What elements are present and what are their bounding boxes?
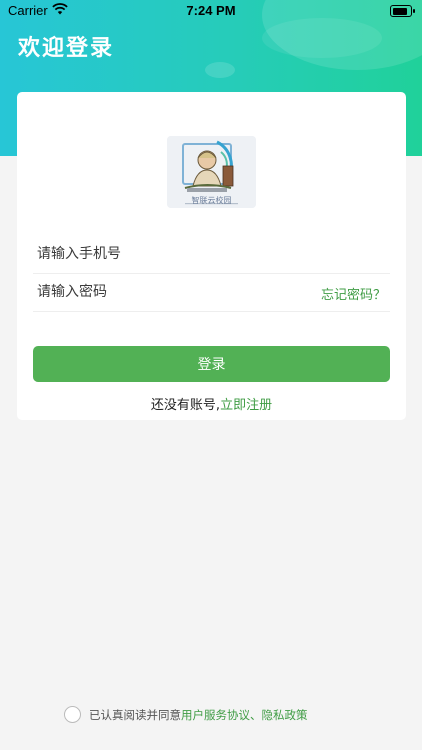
register-prefix: 还没有账号, [150,398,221,413]
decor-circle [262,18,382,58]
forgot-password-link[interactable]: 忘记密码？ [321,284,386,303]
password-field: 忘记密码？ [33,273,390,312]
logo-caption: 智联云校园 [191,196,232,205]
login-button[interactable]: 登录 [33,346,390,382]
agreement-row: 已认真阅读并同意 用户服务协议、隐私政策 [64,706,308,723]
login-card: 智联云校园 忘记密码？ 登录 还没有账号,立即注册 [17,92,406,420]
status-bar: Carrier 7:24 PM [0,0,422,22]
battery-icon [390,5,415,17]
agree-checkbox[interactable] [64,706,81,723]
user-agreement-link[interactable]: 用户服务协议 [181,707,250,723]
agreement-prefix: 已认真阅读并同意 [89,707,181,722]
app-logo: 智联云校园 [167,136,256,208]
clock: 7:24 PM [186,3,236,18]
agreement-separator: 、 [250,707,262,722]
decor-circle [205,62,235,78]
register-link[interactable]: 立即注册 [220,398,272,413]
phone-input[interactable] [37,235,297,273]
page-title: 欢迎登录 [18,36,115,61]
battery-level [392,7,407,15]
register-prompt: 还没有账号,立即注册 [17,394,406,413]
privacy-policy-link[interactable]: 隐私政策 [262,707,308,723]
phone-field [33,235,390,274]
password-input[interactable] [37,273,297,311]
